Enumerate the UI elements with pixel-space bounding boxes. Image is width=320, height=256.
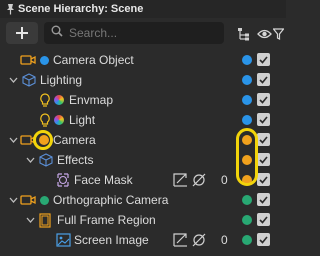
status-dot-green[interactable]: [242, 215, 252, 225]
tree-row-label: Effects: [57, 153, 94, 167]
tree-row-label: Camera: [53, 133, 96, 147]
tree-row-camera-object[interactable]: Camera Object: [0, 50, 286, 70]
status-dot-blue[interactable]: [242, 95, 252, 105]
search-input[interactable]: [69, 26, 219, 40]
chevron-down-icon[interactable]: [8, 195, 18, 205]
layer-dot: [40, 196, 49, 205]
layer-dot: [40, 56, 49, 65]
tree-row-label: Orthographic Camera: [53, 193, 169, 207]
visibility-eye-icon[interactable]: [256, 26, 272, 42]
cube-icon: [38, 152, 54, 168]
chevron-down-icon[interactable]: [25, 155, 35, 165]
status-dot-green[interactable]: [242, 195, 252, 205]
visibility-checkbox[interactable]: [257, 213, 270, 226]
face-mask-icon: [55, 172, 71, 188]
tree-row-label: Screen Image: [74, 233, 149, 247]
plus-icon: [16, 27, 28, 39]
tree-row-label: Envmap: [69, 93, 114, 107]
transform-icon[interactable]: [173, 232, 188, 248]
chevron-down-icon[interactable]: [25, 215, 35, 225]
tree-row-screen-image[interactable]: Screen Image 0: [0, 230, 286, 250]
camera-icon: [20, 192, 36, 208]
child-count: 0: [221, 173, 228, 187]
search-box[interactable]: [44, 22, 224, 44]
hidden-state-icon[interactable]: [192, 232, 206, 248]
highlight-circle: [33, 130, 53, 150]
light-bulb-icon: [37, 112, 53, 128]
tree-row-envmap[interactable]: Envmap: [0, 90, 286, 110]
child-count: 0: [221, 233, 228, 247]
tree-row-lighting[interactable]: Lighting: [0, 70, 286, 90]
status-dot-blue[interactable]: [242, 75, 252, 85]
panel-title-bar: Scene Hierarchy: Scene: [0, 0, 286, 18]
visibility-checkbox[interactable]: [257, 233, 270, 246]
visibility-checkbox[interactable]: [257, 153, 270, 166]
tree-row-orthographic-camera[interactable]: Orthographic Camera: [0, 190, 286, 210]
image-icon: [55, 232, 71, 248]
panel-title: Scene Hierarchy: Scene: [18, 3, 144, 15]
tree-row-label: Lighting: [40, 73, 83, 87]
color-wheel-icon: [54, 115, 64, 125]
status-dot-blue[interactable]: [242, 55, 252, 65]
visibility-checkbox[interactable]: [257, 93, 270, 106]
cube-icon: [21, 72, 37, 88]
visibility-checkbox[interactable]: [257, 113, 270, 126]
pin-icon[interactable]: [4, 2, 16, 16]
visibility-checkbox[interactable]: [257, 133, 270, 146]
chevron-down-icon[interactable]: [8, 135, 18, 145]
tree-row-label: Light: [69, 113, 96, 127]
tree-row-light[interactable]: Light: [0, 110, 286, 130]
visibility-checkbox[interactable]: [257, 73, 270, 86]
search-icon: [51, 24, 63, 42]
tree-row-full-frame-region[interactable]: Full Frame Region: [0, 210, 286, 230]
transform-icon[interactable]: [173, 172, 188, 188]
hierarchy-toolbar: [0, 18, 286, 48]
status-dot-blue[interactable]: [242, 115, 252, 125]
tree-row-label: Face Mask: [74, 173, 133, 187]
visibility-checkbox[interactable]: [257, 173, 270, 186]
light-bulb-icon: [37, 92, 53, 108]
visibility-checkbox[interactable]: [257, 193, 270, 206]
tree-row-label: Full Frame Region: [57, 213, 156, 227]
tree-row-label: Camera Object: [53, 53, 134, 67]
filter-icon[interactable]: [272, 26, 284, 42]
color-wheel-icon: [54, 95, 64, 105]
chevron-down-icon[interactable]: [8, 75, 18, 85]
add-object-button[interactable]: [6, 22, 38, 44]
highlight-outline: [236, 128, 258, 186]
camera-icon: [20, 52, 36, 68]
hidden-state-icon[interactable]: [192, 172, 206, 188]
status-dot-green[interactable]: [242, 235, 252, 245]
visibility-checkbox[interactable]: [257, 53, 270, 66]
region-icon: [37, 212, 53, 228]
